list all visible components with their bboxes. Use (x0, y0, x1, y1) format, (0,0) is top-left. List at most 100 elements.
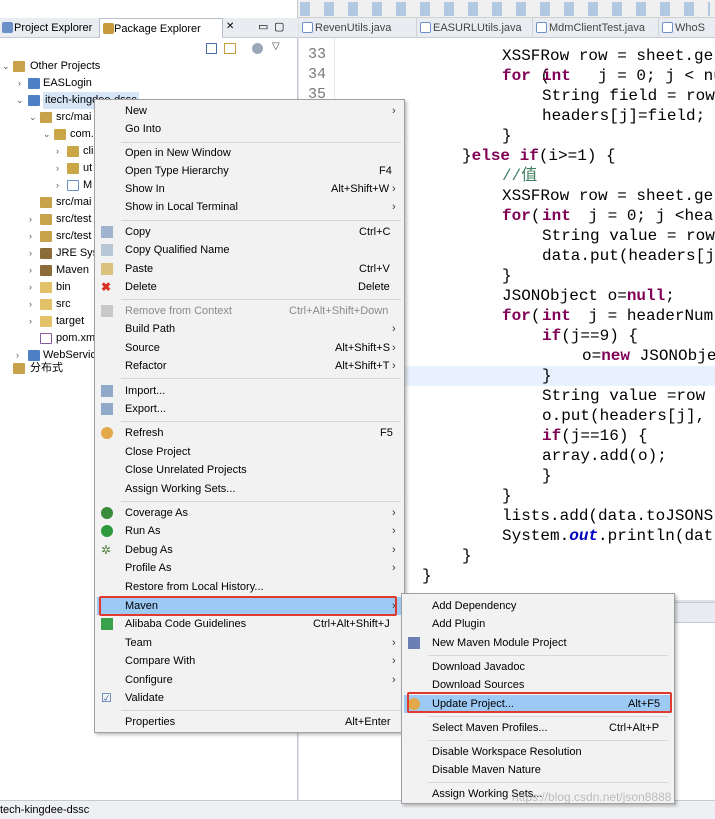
editor-tab[interactable]: RevenUtils.java (299, 18, 417, 38)
menu-item-open-type-hierarchy[interactable]: Open Type Hierarchy F4 (97, 162, 402, 180)
chevron-right-icon[interactable]: › (56, 160, 64, 177)
chevron-right-icon[interactable]: › (29, 313, 37, 330)
menu-item-debug-as[interactable]: ✲ Debug As › (97, 541, 402, 559)
tab-package-explorer[interactable]: Package Explorer (99, 18, 223, 38)
chevron-right-icon[interactable]: › (29, 245, 37, 262)
tree-item-label: com. (70, 128, 94, 140)
menu-item-close-project[interactable]: Close Project (97, 443, 402, 461)
menu-item-refresh[interactable]: Refresh F5 (97, 424, 402, 442)
focus-icon[interactable] (252, 43, 263, 54)
menu-item-open-new-window[interactable]: Open in New Window (97, 144, 402, 162)
static-field: out (569, 527, 599, 545)
chevron-right-icon[interactable]: › (29, 296, 37, 313)
menu-item-compare-with[interactable]: Compare With › (97, 652, 402, 670)
menu-item-label: Remove from Context (125, 305, 232, 317)
menu-item-select-maven-profiles[interactable]: Select Maven Profiles... Ctrl+Alt+P (404, 719, 672, 737)
menu-item-label: Delete (125, 281, 157, 293)
chevron-right-icon: › (392, 544, 396, 556)
chevron-right-icon[interactable]: › (56, 177, 64, 194)
menu-item-build-path[interactable]: Build Path › (97, 320, 402, 338)
project-icon (28, 95, 40, 106)
editor-tab-label: EASURLUtils.java (433, 22, 522, 34)
editor-tab[interactable]: MdmClientTest.java (533, 18, 659, 38)
menu-item-disable-workspace-resolution[interactable]: Disable Workspace Resolution (404, 743, 672, 761)
tab-project-explorer[interactable]: Project Explorer (0, 18, 97, 38)
menu-item-team[interactable]: Team › (97, 634, 402, 652)
menu-item-run-as[interactable]: Run As › (97, 522, 402, 540)
view-menu-icon[interactable]: ▽ (272, 41, 280, 52)
chevron-right-icon[interactable]: › (16, 347, 24, 364)
java-file-icon (67, 180, 79, 191)
menu-item-restore-history[interactable]: Restore from Local History... (97, 578, 402, 596)
toolbar-icons[interactable] (300, 2, 710, 16)
menu-item-label: Assign Working Sets... (125, 483, 236, 495)
menu-item-show-local-terminal[interactable]: Show in Local Terminal › (97, 198, 402, 216)
chevron-down-icon[interactable]: ⌄ (2, 58, 10, 75)
menu-item-label: Refresh (125, 427, 164, 439)
minimize-icon[interactable]: ▭ (258, 20, 268, 33)
menu-item-import[interactable]: Import... (97, 382, 402, 400)
menu-item-label: Close Project (125, 446, 191, 458)
coverage-icon (101, 507, 113, 519)
menu-item-copy-qualified-name[interactable]: Copy Qualified Name (97, 241, 402, 259)
menu-item-assign-working-sets[interactable]: Assign Working Sets... (97, 480, 402, 498)
package-icon (54, 129, 66, 140)
menu-item-profile-as[interactable]: Profile As › (97, 559, 402, 577)
chevron-down-icon[interactable]: ⌄ (43, 126, 51, 143)
menu-item-add-dependency[interactable]: Add Dependency (404, 597, 672, 615)
menu-item-label: Debug As (125, 544, 173, 556)
code-line: System.out.println(dat (502, 526, 713, 546)
menu-item-new-maven-module[interactable]: New Maven Module Project (404, 634, 672, 652)
keyword: for (502, 67, 531, 85)
menu-item-disable-maven-nature[interactable]: Disable Maven Nature (404, 761, 672, 779)
menu-item-label: Open Type Hierarchy (125, 165, 229, 177)
menu-item-configure[interactable]: Configure › (97, 671, 402, 689)
menu-item-label: Open in New Window (125, 147, 231, 159)
menu-item-coverage-as[interactable]: Coverage As › (97, 504, 402, 522)
tree-item-label: src/mai (56, 111, 92, 123)
menu-item-label: Copy Qualified Name (125, 244, 230, 256)
menu-item-label: Source (125, 342, 160, 354)
menu-item-validate[interactable]: ☑ Validate (97, 689, 402, 707)
menu-item-alibaba-guidelines[interactable]: Alibaba Code Guidelines Ctrl+Alt+Shift+J (97, 615, 402, 633)
menu-item-go-into[interactable]: Go Into (97, 120, 402, 138)
link-with-editor-icon[interactable] (224, 43, 236, 54)
chevron-right-icon[interactable]: › (29, 228, 37, 245)
menu-item-properties[interactable]: Properties Alt+Enter (97, 713, 402, 731)
menu-item-label: Export... (125, 403, 166, 415)
import-icon (101, 385, 113, 397)
chevron-right-icon[interactable]: › (56, 143, 64, 160)
menu-item-new[interactable]: New › (97, 102, 402, 120)
menu-item-source[interactable]: Source Alt+Shift+S › (97, 339, 402, 357)
keyword: for (502, 307, 531, 325)
debug-icon: ✲ (101, 543, 112, 557)
editor-tab[interactable]: WhoS (659, 18, 715, 38)
chevron-right-icon[interactable]: › (29, 262, 37, 279)
editor-tab[interactable]: EASURLUtils.java (417, 18, 533, 38)
collapse-all-icon[interactable] (206, 43, 217, 54)
menu-item-paste[interactable]: Paste Ctrl+V (97, 260, 402, 278)
code-text: (j==16) { (561, 427, 648, 445)
chevron-right-icon[interactable]: › (29, 279, 37, 296)
code-line: for( j = 0; j <hea (502, 206, 713, 226)
project-icon (28, 78, 40, 89)
menu-item-export[interactable]: Export... (97, 400, 402, 418)
menu-item-copy[interactable]: Copy Ctrl+C (97, 223, 402, 241)
code-text: } (462, 147, 472, 165)
source-folder-icon (40, 197, 52, 208)
menu-item-add-plugin[interactable]: Add Plugin (404, 615, 672, 633)
chevron-right-icon: › (392, 201, 396, 213)
menu-item-download-javadoc[interactable]: Download Javadoc (404, 658, 672, 676)
chevron-right-icon[interactable]: › (18, 75, 26, 92)
maximize-icon[interactable]: ▢ (274, 20, 284, 33)
chevron-right-icon[interactable]: › (29, 211, 37, 228)
code-text: (j==9) { (561, 327, 639, 345)
menu-item-delete[interactable]: ✖ Delete Delete (97, 278, 402, 296)
close-icon[interactable]: ✕ (226, 21, 234, 32)
menu-item-label: Alibaba Code Guidelines (125, 618, 247, 630)
menu-item-close-unrelated[interactable]: Close Unrelated Projects (97, 461, 402, 479)
menu-item-refactor[interactable]: Refactor Alt+Shift+T › (97, 357, 402, 375)
chevron-down-icon[interactable]: ⌄ (29, 109, 37, 126)
chevron-down-icon[interactable]: ⌄ (16, 92, 24, 109)
menu-item-show-in[interactable]: Show In Alt+Shift+W › (97, 180, 402, 198)
